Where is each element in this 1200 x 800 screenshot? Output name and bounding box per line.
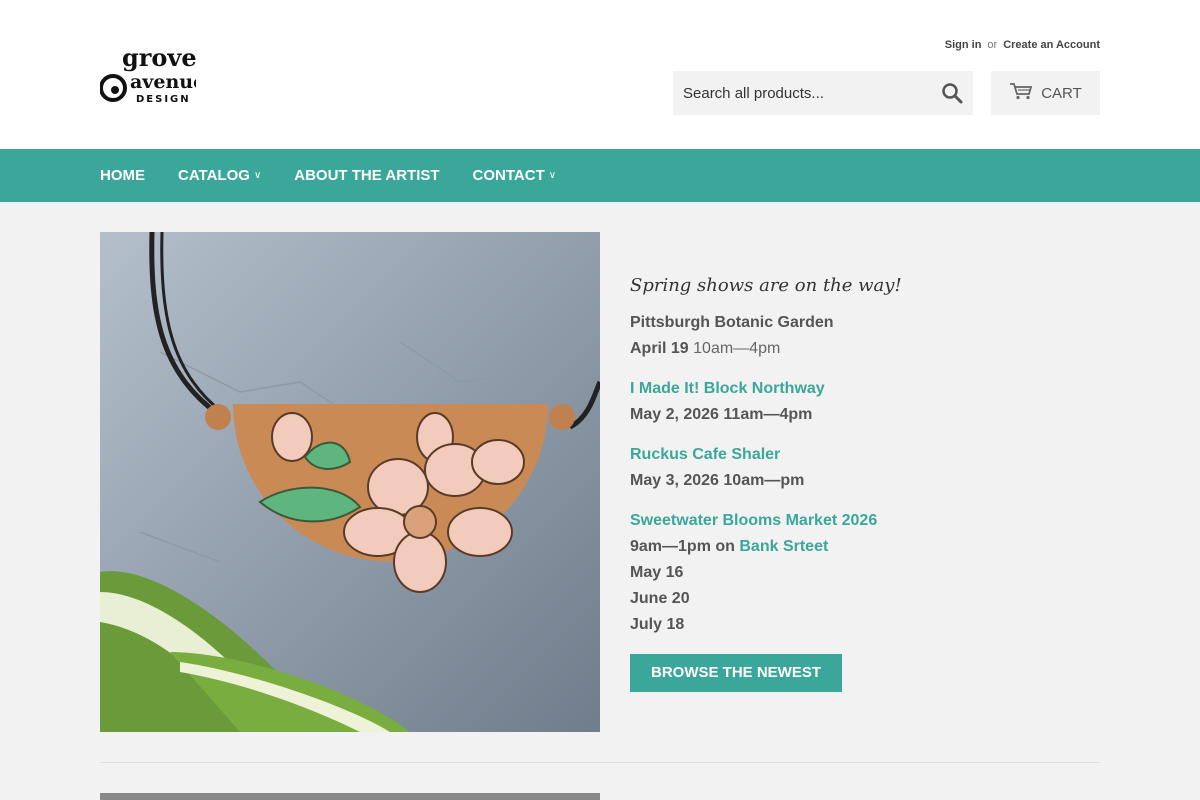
site-header: grove avenue DESIGN Sign in or Create an A…	[0, 0, 1200, 149]
location-link[interactable]: Bank Srteet	[739, 538, 828, 555]
nav-item-label: CONTACT	[472, 167, 545, 184]
hero-text: Spring shows are on the way! Pittsburgh …	[630, 275, 1100, 692]
event-block: Sweetwater Blooms Market 2026 9am—1pm on…	[630, 508, 1100, 638]
event-link[interactable]: I Made It! Block Northway	[630, 376, 1100, 402]
event-date: May 16	[630, 564, 684, 581]
hero-heading: Spring shows are on the way!	[630, 275, 902, 296]
nav-item-label: CATALOG	[178, 167, 250, 184]
cart-icon	[1009, 82, 1033, 104]
event-block: Pittsburgh Botanic Garden April 19 10am—…	[630, 310, 1100, 362]
search-bar	[673, 71, 973, 115]
chevron-down-icon: ∨	[548, 170, 557, 181]
browse-newest-button[interactable]: BROWSE THE NEWEST	[630, 654, 843, 692]
brand-logo[interactable]: grove avenue DESIGN	[100, 44, 196, 106]
or-text: or	[987, 39, 998, 51]
nav-item-contact[interactable]: CONTACT ∨	[473, 167, 557, 184]
sign-in-link[interactable]: Sign in	[945, 39, 982, 51]
hero-image[interactable]	[100, 232, 600, 732]
section-divider	[100, 762, 1100, 763]
nav-item-label: ABOUT THE ARTIST	[294, 167, 440, 184]
event-date: April 19	[630, 340, 689, 357]
account-links: Sign in or Create an Account	[945, 39, 1100, 51]
svg-text:avenue: avenue	[130, 71, 196, 93]
event-time-prefix: 9am—1pm on	[630, 538, 735, 555]
search-input[interactable]	[673, 71, 929, 115]
event-datetime: May 2, 2026 11am—4pm	[630, 406, 813, 423]
cart-button[interactable]: CART	[991, 71, 1100, 115]
cart-label: CART	[1041, 84, 1082, 102]
chevron-down-icon: ∨	[253, 170, 262, 181]
search-icon[interactable]	[941, 82, 963, 104]
nav-item-home[interactable]: HOME	[100, 167, 145, 184]
event-block: I Made It! Block Northway May 2, 2026 11…	[630, 376, 1100, 428]
svg-text:DESIGN: DESIGN	[136, 94, 191, 105]
svg-text:grove: grove	[122, 44, 196, 72]
event-link[interactable]: Sweetwater Blooms Market 2026	[630, 508, 1100, 534]
create-account-link[interactable]: Create an Account	[1003, 39, 1100, 51]
event-datetime: May 3, 2026 10am—pm	[630, 472, 805, 489]
nav-item-label: HOME	[100, 167, 145, 184]
event-date: June 20	[630, 590, 690, 607]
event-link[interactable]: Ruckus Cafe Shaler	[630, 442, 1100, 468]
nav-item-catalog[interactable]: CATALOG ∨	[178, 167, 261, 184]
event-date: July 18	[630, 616, 685, 633]
event-name: Pittsburgh Botanic Garden	[630, 314, 834, 331]
next-section-image[interactable]	[100, 793, 600, 800]
event-block: Ruckus Cafe Shaler May 3, 2026 10am—pm	[630, 442, 1100, 494]
main-nav: HOME CATALOG ∨ ABOUT THE ARTIST CONTACT ∨	[0, 149, 1200, 202]
event-time: 10am—4pm	[693, 340, 781, 357]
nav-item-about-the-artist[interactable]: ABOUT THE ARTIST	[294, 167, 439, 184]
